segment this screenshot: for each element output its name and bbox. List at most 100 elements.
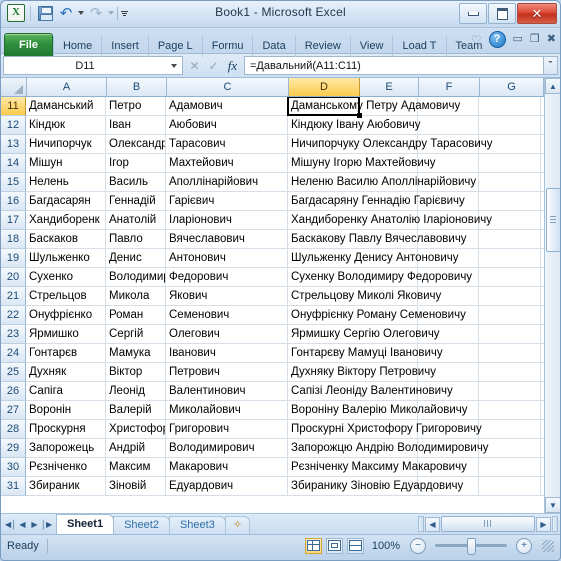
cell-g11[interactable] xyxy=(479,97,541,115)
cell-b24[interactable]: Мамука xyxy=(106,344,166,362)
sheet-tab-sheet1[interactable]: Sheet1 xyxy=(56,514,115,534)
cell-a14[interactable]: Мішун xyxy=(26,154,106,172)
cell-b30[interactable]: Максим xyxy=(106,458,166,476)
enter-formula-icon[interactable]: ✓ xyxy=(207,59,220,73)
minimize-button[interactable] xyxy=(459,3,487,24)
row-header[interactable]: 30 xyxy=(1,458,26,477)
zoom-out-button[interactable]: − xyxy=(410,537,426,554)
expand-formula-bar-icon[interactable]: ˇ xyxy=(543,56,558,75)
tab-home[interactable]: Home xyxy=(52,36,101,57)
cell-a25[interactable]: Духняк xyxy=(26,363,106,381)
cell-d13[interactable]: Ничипорчуку Олександру Тарасовичу xyxy=(288,135,493,153)
cell-b19[interactable]: Денис xyxy=(106,249,166,267)
cell-b28[interactable]: Христофор xyxy=(106,420,166,438)
scroll-down-button[interactable]: ▼ xyxy=(545,497,560,513)
cell-d24[interactable]: Гонтарєву Мамуці Івановичу xyxy=(288,344,443,362)
scroll-up-button[interactable]: ▲ xyxy=(545,78,560,94)
cell-g28[interactable] xyxy=(479,420,541,438)
cell-c27[interactable]: Миколайович xyxy=(166,401,288,419)
minimize-ribbon-icon[interactable]: ▭ xyxy=(513,34,523,45)
cell-c29[interactable]: Володимирович xyxy=(166,439,288,457)
cell-c28[interactable]: Григорович xyxy=(166,420,288,438)
scroll-left-button[interactable]: ◀ xyxy=(425,516,440,532)
cell-c13[interactable]: Тарасович xyxy=(166,135,288,153)
tab-page-layout[interactable]: Page L xyxy=(147,36,202,57)
cell-b14[interactable]: Ігор xyxy=(106,154,166,172)
cell-b11[interactable]: Петро xyxy=(106,97,166,115)
cell-a29[interactable]: Запорожець xyxy=(26,439,106,457)
cell-b25[interactable]: Віктор xyxy=(106,363,166,381)
cell-a22[interactable]: Онуфрієнко xyxy=(26,306,106,324)
select-all-corner[interactable] xyxy=(1,78,27,96)
cell-a26[interactable]: Сапіга xyxy=(26,382,106,400)
row-header[interactable]: 23 xyxy=(1,325,26,344)
cell-c11[interactable]: Адамович xyxy=(166,97,288,115)
tab-insert[interactable]: Insert xyxy=(101,36,148,57)
cell-b18[interactable]: Павло xyxy=(106,230,166,248)
cell-b17[interactable]: Анатолій xyxy=(106,211,166,229)
scroll-right-button[interactable]: ▶ xyxy=(536,516,551,532)
row-header[interactable]: 17 xyxy=(1,211,26,230)
cell-c30[interactable]: Макарович xyxy=(166,458,288,476)
row-header[interactable]: 26 xyxy=(1,382,26,401)
cell-a18[interactable]: Баскаков xyxy=(26,230,106,248)
cell-d28[interactable]: Проскурні Христофору Григоровичу xyxy=(288,420,482,438)
cell-d15[interactable]: Неленю Василю Аполлінарійовичу xyxy=(288,173,476,191)
cell-b13[interactable]: Олександр xyxy=(106,135,166,153)
cell-a15[interactable]: Нелень xyxy=(26,173,106,191)
tab-view[interactable]: View xyxy=(349,36,393,57)
cell-d17[interactable]: Хандиборенку Анатолію Іларіоновичу xyxy=(288,211,492,229)
cell-b27[interactable]: Валерій xyxy=(106,401,166,419)
cell-b12[interactable]: Іван xyxy=(106,116,166,134)
tab-file[interactable]: File xyxy=(4,33,53,56)
cell-d14[interactable]: Мішуну Ігорю Махтейовичу xyxy=(288,154,436,172)
cell-d27[interactable]: Вороніну Валерію Миколайовичу xyxy=(288,401,468,419)
cell-d25[interactable]: Духняку Віктору Петровичу xyxy=(288,363,436,381)
prev-sheet-icon[interactable]: ◀ xyxy=(17,520,28,529)
cell-a19[interactable]: Шульженко xyxy=(26,249,106,267)
cell-d30[interactable]: Рєзніченку Максиму Макаровичу xyxy=(288,458,467,476)
column-header-g[interactable]: G xyxy=(480,78,544,96)
row-header[interactable]: 22 xyxy=(1,306,26,325)
cell-c14[interactable]: Махтейович xyxy=(166,154,288,172)
cell-c20[interactable]: Федорович xyxy=(166,268,288,286)
tab-review[interactable]: Review xyxy=(294,36,350,57)
close-window-icon[interactable]: ✖ xyxy=(547,34,556,45)
cell-g15[interactable] xyxy=(479,173,541,191)
zoom-in-button[interactable]: + xyxy=(516,537,532,554)
cell-a11[interactable]: Даманський xyxy=(26,97,106,115)
maximize-button[interactable] xyxy=(488,3,516,24)
name-box[interactable]: D11 xyxy=(3,56,183,75)
column-header-a[interactable]: A xyxy=(27,78,107,96)
row-header[interactable]: 31 xyxy=(1,477,26,496)
row-header[interactable]: 19 xyxy=(1,249,26,268)
zoom-slider[interactable] xyxy=(435,538,507,555)
cell-d29[interactable]: Запорожцю Андрію Володимировичу xyxy=(288,439,489,457)
cell-g30[interactable] xyxy=(479,458,541,476)
column-header-d[interactable]: D xyxy=(289,78,360,96)
cell-a13[interactable]: Ничипорчук xyxy=(26,135,106,153)
cell-d11[interactable]: Даманському Петру Адамовичу xyxy=(287,97,460,118)
cell-g19[interactable] xyxy=(479,249,541,267)
cell-d26[interactable]: Сапізі Леоніду Валентиновичу xyxy=(288,382,453,400)
cell-d18[interactable]: Баскакову Павлу Вячеславовичу xyxy=(288,230,467,248)
row-header[interactable]: 12 xyxy=(1,116,26,135)
cell-d12[interactable]: Кіндюку Івану Аюбовичу xyxy=(288,116,420,134)
cell-c31[interactable]: Едуардович xyxy=(166,477,288,495)
row-header[interactable]: 18 xyxy=(1,230,26,249)
insert-worksheet-icon[interactable]: ✧ xyxy=(224,516,251,534)
heart-icon[interactable]: ♡ xyxy=(471,34,482,46)
normal-view-button[interactable] xyxy=(304,537,322,554)
cell-c18[interactable]: Вячеславович xyxy=(166,230,288,248)
row-header[interactable]: 27 xyxy=(1,401,26,420)
cell-c21[interactable]: Якович xyxy=(166,287,288,305)
cell-c22[interactable]: Семенович xyxy=(166,306,288,324)
last-sheet-icon[interactable]: │▶ xyxy=(41,520,52,529)
row-header[interactable]: 13 xyxy=(1,135,26,154)
cell-b23[interactable]: Сергій xyxy=(106,325,166,343)
help-icon[interactable]: ? xyxy=(488,31,506,48)
cell-g22[interactable] xyxy=(479,306,541,324)
cell-g21[interactable] xyxy=(479,287,541,305)
cell-g20[interactable] xyxy=(479,268,541,286)
column-header-e[interactable]: E xyxy=(360,78,419,96)
